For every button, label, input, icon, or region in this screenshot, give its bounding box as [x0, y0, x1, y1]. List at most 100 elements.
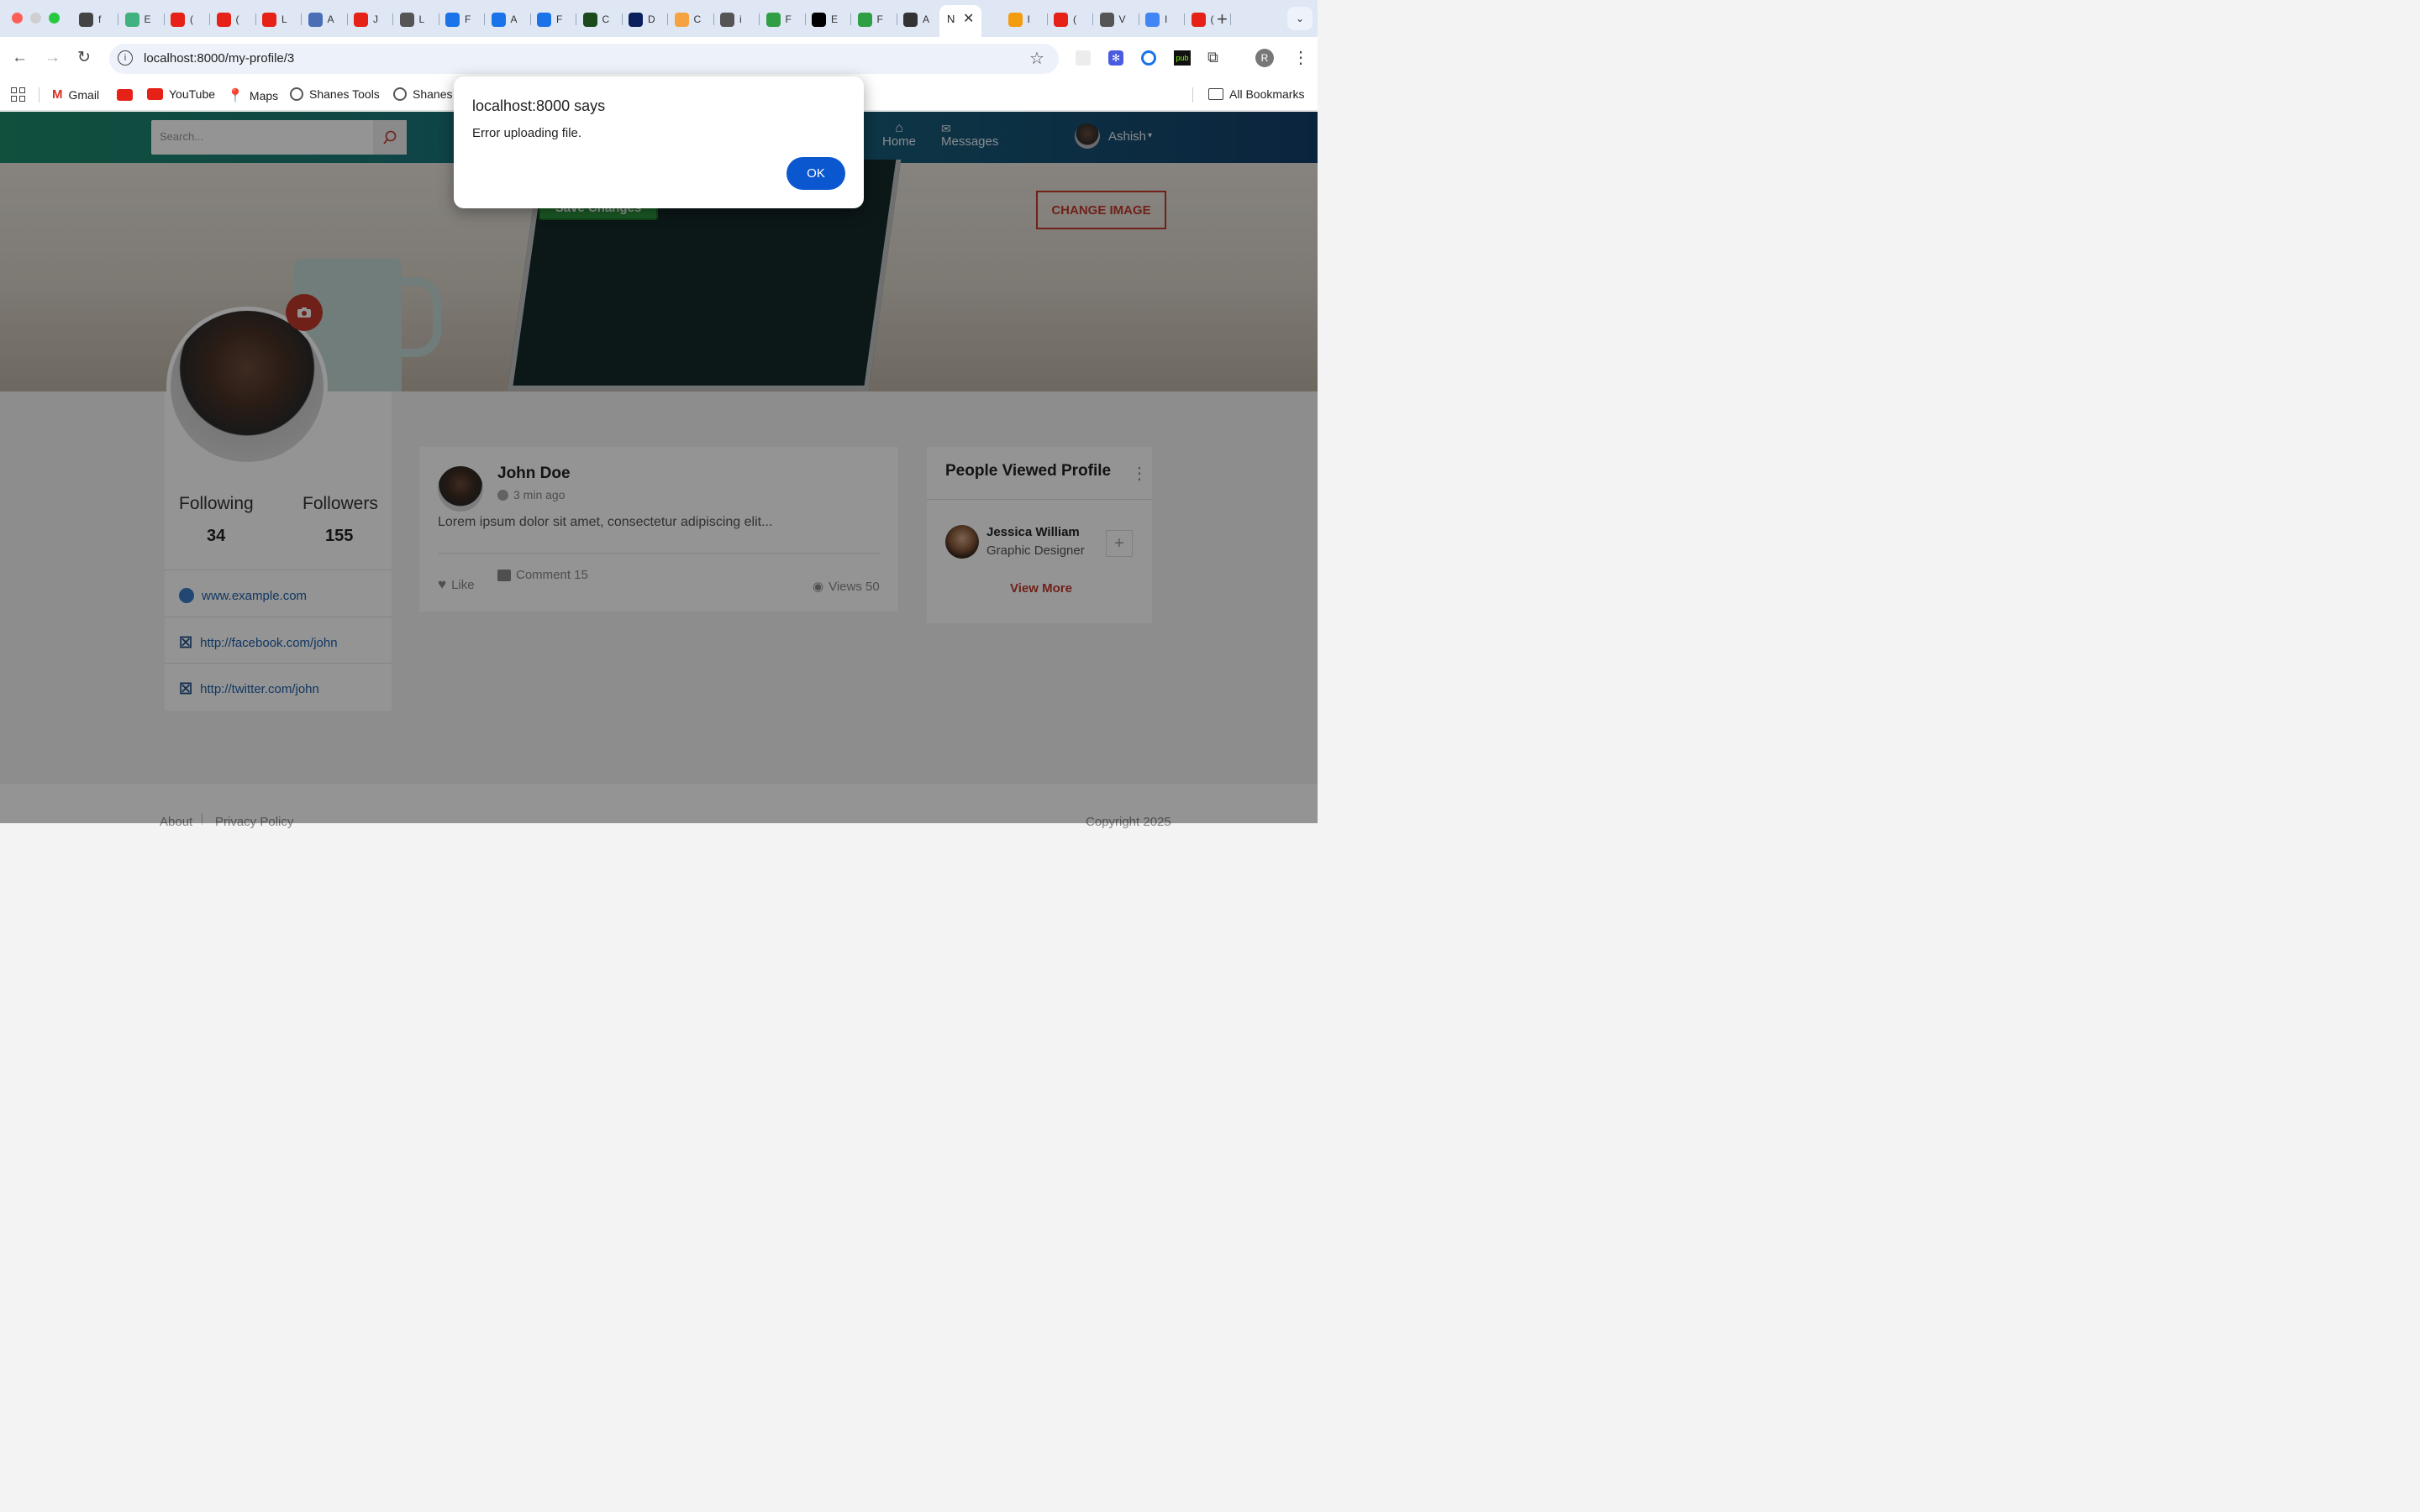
tab-20[interactable]: I	[1007, 8, 1030, 30]
extension-gear-icon[interactable]: ✻	[1108, 50, 1123, 66]
tab-separator	[209, 13, 210, 25]
globe-icon	[720, 12, 734, 27]
tab-8[interactable]: F	[445, 8, 471, 30]
tab-21[interactable]: (	[1054, 8, 1076, 30]
tab-9[interactable]: A	[491, 8, 518, 30]
tab-active[interactable]: N ✕	[939, 5, 981, 37]
tab-10[interactable]: F	[537, 8, 562, 30]
tab-0[interactable]: f	[79, 8, 101, 30]
tab-label: A	[923, 13, 930, 25]
youtube-icon	[1191, 12, 1206, 27]
tab-label: E	[831, 13, 839, 25]
tab-13[interactable]: C	[674, 8, 702, 30]
tab-label: A	[327, 13, 334, 25]
tab-4[interactable]: L	[262, 8, 287, 30]
openai-icon	[903, 12, 918, 27]
globe-icon	[393, 87, 407, 101]
tab-16[interactable]: E	[812, 8, 838, 30]
globe-icon	[399, 12, 414, 27]
youtube-icon	[1054, 12, 1068, 27]
extension-icon[interactable]	[1076, 50, 1091, 66]
tab-separator	[1046, 13, 1048, 25]
tab-11[interactable]: C	[582, 8, 609, 30]
reload-icon[interactable]: ↻	[77, 48, 91, 67]
tab-label: I	[1165, 13, 1168, 25]
tab-search-icon[interactable]: ⌄	[1287, 7, 1313, 30]
bookmark-label: YouTube	[169, 87, 216, 101]
tab-label: V	[1118, 13, 1126, 25]
tab-3[interactable]: (	[216, 8, 239, 30]
tab-label: (	[190, 13, 193, 25]
new-tab-icon[interactable]: +	[1217, 8, 1228, 30]
bookmark-label: Maps	[249, 89, 279, 102]
tab-separator	[301, 13, 302, 25]
apps-grid-icon[interactable]	[11, 87, 25, 102]
tab-separator	[163, 13, 165, 25]
folder-icon	[1208, 88, 1223, 100]
site-info-icon[interactable]: i	[118, 50, 133, 66]
close-tab-icon[interactable]: ✕	[963, 10, 974, 27]
k-icon	[491, 12, 506, 27]
tab-separator	[621, 13, 623, 25]
tab-7[interactable]: L	[399, 8, 424, 30]
all-bookmarks-button[interactable]: All Bookmarks	[1208, 87, 1304, 101]
n-icon	[582, 12, 597, 27]
c-icon	[79, 12, 93, 27]
p-icon	[857, 12, 872, 27]
tab-label: D	[648, 13, 655, 25]
tab-label: J	[373, 13, 378, 25]
bookmark-youtube[interactable]: YouTube	[147, 87, 215, 101]
tab-label: I	[1027, 13, 1030, 25]
tab-label: i	[739, 13, 742, 25]
tab-23[interactable]: I	[1145, 8, 1167, 30]
back-arrow-icon[interactable]: ←	[12, 49, 28, 67]
tab-24[interactable]: (	[1191, 8, 1214, 30]
extension-pub-icon[interactable]: pub	[1174, 50, 1191, 66]
minimize-window-button[interactable]	[30, 13, 41, 24]
tab-14[interactable]: i	[720, 8, 742, 30]
bookmark-label: Shanes Tools	[309, 87, 380, 101]
tab-15[interactable]: F	[765, 8, 792, 30]
tab-2[interactable]: (	[171, 8, 193, 30]
h-icon	[812, 12, 826, 27]
tab-1[interactable]: E	[124, 8, 151, 30]
extension-circle-icon[interactable]	[1141, 50, 1156, 66]
profile-avatar-icon[interactable]: R	[1255, 49, 1274, 67]
tab-label: F	[465, 13, 471, 25]
tab-separator	[804, 13, 806, 25]
alert-ok-button[interactable]: OK	[786, 157, 845, 190]
url-text[interactable]: localhost:8000/my-profile/3	[144, 50, 294, 67]
bookmark-shanes[interactable]: Shanes	[393, 87, 452, 101]
gmail-icon: M	[52, 87, 63, 102]
tab-17[interactable]: F	[857, 8, 883, 30]
tab-label: L	[281, 13, 287, 25]
bookmark-maps[interactable]: 📍 Maps	[227, 87, 278, 104]
tab-separator	[850, 13, 851, 25]
tab-12[interactable]: D	[629, 8, 655, 30]
tab-label: F	[556, 13, 563, 25]
vue-icon	[124, 12, 139, 27]
tab-label: E	[144, 13, 151, 25]
tab-5[interactable]: A	[308, 8, 334, 30]
tab-label: (	[235, 13, 239, 25]
bookmark-gmail[interactable]: M Gmail	[52, 87, 99, 102]
tab-6[interactable]: J	[354, 8, 378, 30]
bookmark-shanes-tools[interactable]: Shanes Tools	[290, 87, 380, 101]
maximize-window-button[interactable]	[49, 13, 60, 24]
youtube-icon	[216, 12, 231, 27]
tab-separator	[529, 13, 531, 25]
tab-22[interactable]: V	[1099, 8, 1126, 30]
tab-18[interactable]: A	[903, 8, 929, 30]
bookmark-star-icon[interactable]: ☆	[1029, 48, 1044, 69]
tab-separator	[1184, 13, 1185, 25]
extensions-puzzle-icon[interactable]: ⧉	[1207, 49, 1218, 66]
youtube-icon[interactable]	[117, 89, 133, 101]
forward-arrow-icon[interactable]: →	[45, 49, 60, 67]
globe-icon	[1099, 12, 1114, 27]
youtube-icon	[262, 12, 276, 27]
close-window-button[interactable]	[12, 13, 23, 24]
all-bookmarks-label: All Bookmarks	[1229, 87, 1305, 101]
tab-label: C	[693, 13, 702, 25]
bookmark-label: Shanes	[413, 87, 453, 101]
menu-kebab-icon[interactable]: ⋮	[1292, 47, 1309, 68]
